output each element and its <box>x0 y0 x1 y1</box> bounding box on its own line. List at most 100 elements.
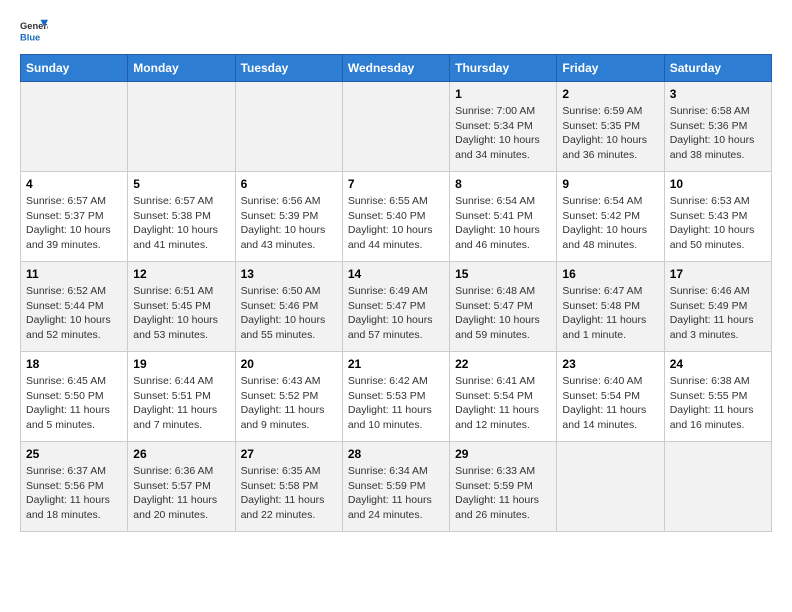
calendar-cell: 27Sunrise: 6:35 AM Sunset: 5:58 PM Dayli… <box>235 442 342 532</box>
weekday-header-friday: Friday <box>557 55 664 82</box>
day-detail: Sunrise: 6:45 AM Sunset: 5:50 PM Dayligh… <box>26 374 122 433</box>
calendar-week-row: 25 Sunrise: 6:37 AM Sunset: 5:56 PM Dayli… <box>21 442 772 532</box>
day-number: 5 <box>133 177 229 191</box>
day-number: 6 <box>241 177 337 191</box>
calendar-cell: 9 Sunrise: 6:54 AM Sunset: 5:42 PM Daylig… <box>557 172 664 262</box>
calendar-cell <box>664 442 771 532</box>
calendar-cell: 16 Sunrise: 6:47 AM Sunset: 5:48 PM Dayli… <box>557 262 664 352</box>
weekday-header-row: SundayMondayTuesdayWednesdayThursdayFrid… <box>21 55 772 82</box>
day-number: 10 <box>670 177 766 191</box>
weekday-header-monday: Monday <box>128 55 235 82</box>
day-detail: Sunrise: 6:59 AM Sunset: 5:35 PM Dayligh… <box>562 104 658 163</box>
calendar-cell <box>21 82 128 172</box>
day-number: 17 <box>670 267 766 281</box>
calendar-cell: 14 Sunrise: 6:49 AM Sunset: 5:47 PM Dayli… <box>342 262 449 352</box>
calendar-cell: 24 Sunrise: 6:38 AM Sunset: 5:55 PM Dayli… <box>664 352 771 442</box>
calendar-week-row: 11 Sunrise: 6:52 AM Sunset: 5:44 PM Dayli… <box>21 262 772 352</box>
day-number: 11 <box>26 267 122 281</box>
weekday-header-tuesday: Tuesday <box>235 55 342 82</box>
day-detail: Sunrise: 6:35 AM Sunset: 5:58 PM Dayligh… <box>241 464 337 523</box>
day-detail: Sunrise: 6:57 AM Sunset: 5:38 PM Dayligh… <box>133 194 229 253</box>
calendar-cell: 18 Sunrise: 6:45 AM Sunset: 5:50 PM Dayli… <box>21 352 128 442</box>
day-number: 4 <box>26 177 122 191</box>
calendar-week-row: 4 Sunrise: 6:57 AM Sunset: 5:37 PM Daylig… <box>21 172 772 262</box>
day-number: 29 <box>455 447 551 461</box>
day-detail: Sunrise: 6:41 AM Sunset: 5:54 PM Dayligh… <box>455 374 551 433</box>
day-detail: Sunrise: 6:57 AM Sunset: 5:37 PM Dayligh… <box>26 194 122 253</box>
calendar-cell: 28 Sunrise: 6:34 AM Sunset: 5:59 PM Dayli… <box>342 442 449 532</box>
day-detail: Sunrise: 6:44 AM Sunset: 5:51 PM Dayligh… <box>133 374 229 433</box>
calendar-cell: 17 Sunrise: 6:46 AM Sunset: 5:49 PM Dayli… <box>664 262 771 352</box>
day-detail: Sunrise: 6:48 AM Sunset: 5:47 PM Dayligh… <box>455 284 551 343</box>
day-number: 14 <box>348 267 444 281</box>
calendar-cell: 11 Sunrise: 6:52 AM Sunset: 5:44 PM Dayli… <box>21 262 128 352</box>
calendar-cell: 3 Sunrise: 6:58 AM Sunset: 5:36 PM Daylig… <box>664 82 771 172</box>
weekday-header-saturday: Saturday <box>664 55 771 82</box>
day-number: 21 <box>348 357 444 371</box>
day-detail: Sunrise: 6:33 AM Sunset: 5:59 PM Dayligh… <box>455 464 551 523</box>
day-number: 22 <box>455 357 551 371</box>
day-detail: Sunrise: 6:42 AM Sunset: 5:53 PM Dayligh… <box>348 374 444 433</box>
day-detail: Sunrise: 6:38 AM Sunset: 5:55 PM Dayligh… <box>670 374 766 433</box>
calendar-week-row: 18 Sunrise: 6:45 AM Sunset: 5:50 PM Dayli… <box>21 352 772 442</box>
calendar-cell <box>557 442 664 532</box>
day-number: 12 <box>133 267 229 281</box>
day-detail: Sunrise: 6:58 AM Sunset: 5:36 PM Dayligh… <box>670 104 766 163</box>
calendar-cell: 10 Sunrise: 6:53 AM Sunset: 5:43 PM Dayli… <box>664 172 771 262</box>
svg-text:Blue: Blue <box>20 32 40 42</box>
calendar-cell: 6 Sunrise: 6:56 AM Sunset: 5:39 PM Daylig… <box>235 172 342 262</box>
day-number: 3 <box>670 87 766 101</box>
weekday-header-sunday: Sunday <box>21 55 128 82</box>
logo: General Blue <box>20 16 52 44</box>
day-detail: Sunrise: 6:54 AM Sunset: 5:42 PM Dayligh… <box>562 194 658 253</box>
day-detail: Sunrise: 6:54 AM Sunset: 5:41 PM Dayligh… <box>455 194 551 253</box>
calendar-cell: 4 Sunrise: 6:57 AM Sunset: 5:37 PM Daylig… <box>21 172 128 262</box>
day-detail: Sunrise: 6:52 AM Sunset: 5:44 PM Dayligh… <box>26 284 122 343</box>
day-detail: Sunrise: 6:36 AM Sunset: 5:57 PM Dayligh… <box>133 464 229 523</box>
calendar-cell: 23Sunrise: 6:40 AM Sunset: 5:54 PM Dayli… <box>557 352 664 442</box>
calendar-cell: 29 Sunrise: 6:33 AM Sunset: 5:59 PM Dayli… <box>450 442 557 532</box>
day-detail: Sunrise: 6:56 AM Sunset: 5:39 PM Dayligh… <box>241 194 337 253</box>
calendar-cell <box>342 82 449 172</box>
calendar-cell: 7Sunrise: 6:55 AM Sunset: 5:40 PM Daylig… <box>342 172 449 262</box>
day-detail: Sunrise: 6:49 AM Sunset: 5:47 PM Dayligh… <box>348 284 444 343</box>
day-number: 13 <box>241 267 337 281</box>
day-number: 8 <box>455 177 551 191</box>
calendar-cell: 25 Sunrise: 6:37 AM Sunset: 5:56 PM Dayli… <box>21 442 128 532</box>
calendar-table: SundayMondayTuesdayWednesdayThursdayFrid… <box>20 54 772 532</box>
calendar-cell: 26 Sunrise: 6:36 AM Sunset: 5:57 PM Dayli… <box>128 442 235 532</box>
calendar-cell <box>235 82 342 172</box>
calendar-cell: 22 Sunrise: 6:41 AM Sunset: 5:54 PM Dayli… <box>450 352 557 442</box>
day-detail: Sunrise: 6:37 AM Sunset: 5:56 PM Dayligh… <box>26 464 122 523</box>
page-header: General Blue <box>20 16 772 44</box>
calendar-cell: 8 Sunrise: 6:54 AM Sunset: 5:41 PM Daylig… <box>450 172 557 262</box>
day-number: 26 <box>133 447 229 461</box>
day-detail: Sunrise: 6:55 AM Sunset: 5:40 PM Dayligh… <box>348 194 444 253</box>
logo-icon: General Blue <box>20 16 48 44</box>
day-number: 28 <box>348 447 444 461</box>
day-number: 9 <box>562 177 658 191</box>
calendar-cell: 1Sunrise: 7:00 AM Sunset: 5:34 PM Daylig… <box>450 82 557 172</box>
day-number: 20 <box>241 357 337 371</box>
calendar-week-row: 1Sunrise: 7:00 AM Sunset: 5:34 PM Daylig… <box>21 82 772 172</box>
calendar-cell <box>128 82 235 172</box>
day-number: 16 <box>562 267 658 281</box>
day-number: 18 <box>26 357 122 371</box>
day-detail: Sunrise: 6:40 AM Sunset: 5:54 PM Dayligh… <box>562 374 658 433</box>
day-detail: Sunrise: 6:47 AM Sunset: 5:48 PM Dayligh… <box>562 284 658 343</box>
weekday-header-wednesday: Wednesday <box>342 55 449 82</box>
day-number: 25 <box>26 447 122 461</box>
day-detail: Sunrise: 7:00 AM Sunset: 5:34 PM Dayligh… <box>455 104 551 163</box>
day-detail: Sunrise: 6:34 AM Sunset: 5:59 PM Dayligh… <box>348 464 444 523</box>
calendar-cell: 20Sunrise: 6:43 AM Sunset: 5:52 PM Dayli… <box>235 352 342 442</box>
calendar-cell: 12Sunrise: 6:51 AM Sunset: 5:45 PM Dayli… <box>128 262 235 352</box>
day-number: 15 <box>455 267 551 281</box>
day-detail: Sunrise: 6:46 AM Sunset: 5:49 PM Dayligh… <box>670 284 766 343</box>
day-number: 2 <box>562 87 658 101</box>
day-detail: Sunrise: 6:53 AM Sunset: 5:43 PM Dayligh… <box>670 194 766 253</box>
calendar-cell: 2 Sunrise: 6:59 AM Sunset: 5:35 PM Daylig… <box>557 82 664 172</box>
day-number: 24 <box>670 357 766 371</box>
calendar-cell: 21 Sunrise: 6:42 AM Sunset: 5:53 PM Dayli… <box>342 352 449 442</box>
calendar-cell: 5 Sunrise: 6:57 AM Sunset: 5:38 PM Daylig… <box>128 172 235 262</box>
weekday-header-thursday: Thursday <box>450 55 557 82</box>
